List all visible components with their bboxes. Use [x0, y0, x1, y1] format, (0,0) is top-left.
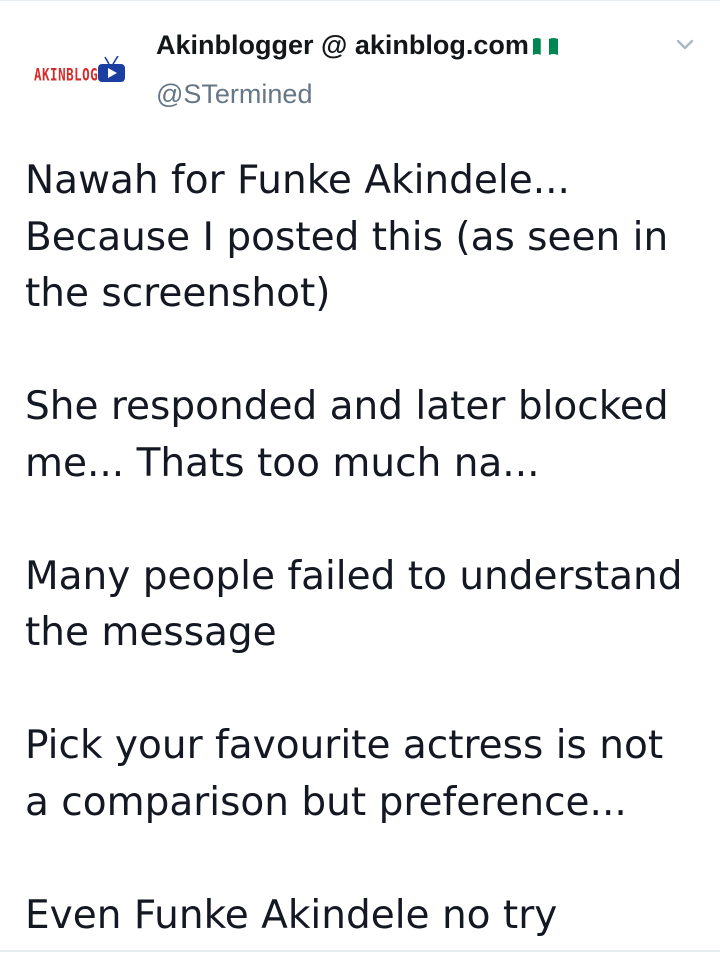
tweet-paragraph: Many people failed to understand the mes… [25, 553, 683, 656]
avatar[interactable]: AKINBLOG [26, 44, 136, 88]
tweet-paragraph: Even Funke Akindele no try [25, 892, 558, 938]
user-handle[interactable]: @STermined [156, 77, 312, 111]
tweet-paragraph: Pick your favourite actress is not a com… [25, 723, 664, 825]
display-name[interactable]: Akinblogger @ akinblog.com [156, 28, 561, 62]
tweet-text: Nawah for Funke Akindele... Because I po… [25, 153, 705, 944]
tv-play-icon [98, 56, 125, 82]
tweet-paragraph: She responded and later blocked me... Th… [25, 384, 669, 486]
tweet-card: AKINBLOG Akinblogger @ akinblog.com @STe… [0, 0, 720, 960]
tweet-paragraph: Nawah for Funke Akindele... Because I po… [25, 158, 669, 316]
logo-wordmark: AKINBLOG [34, 64, 99, 85]
divider-bottom [0, 950, 720, 952]
nigeria-flag-icon [532, 38, 558, 57]
display-name-text: Akinblogger @ akinblog.com [156, 30, 529, 60]
chevron-down-icon[interactable] [670, 30, 700, 60]
divider-top [0, 0, 720, 1]
